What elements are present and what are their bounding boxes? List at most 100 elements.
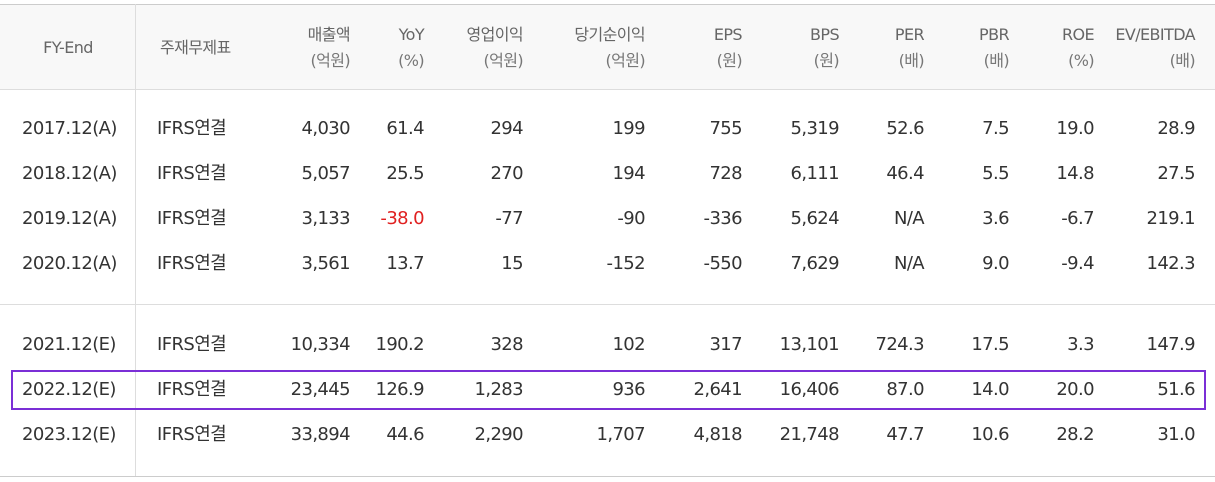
cell-roe: -6.7 (1061, 208, 1094, 229)
cell-operating-profit: 15 (501, 253, 523, 274)
column-header-pbr: PBR (배) (979, 22, 1010, 74)
cell-bps: 13,101 (779, 334, 840, 355)
column-header-operating-profit: 영업이익 (억원) (466, 22, 524, 74)
cell-net-income: 194 (612, 163, 645, 184)
column-header-sales: 매출액 (억원) (307, 22, 351, 74)
cell-bps: 21,748 (779, 424, 840, 445)
header-label: BPS (810, 25, 840, 44)
column-header-per: PER (배) (895, 22, 925, 74)
cell-eps: 4,818 (693, 424, 742, 445)
cell-yoy: -38.0 (380, 208, 424, 229)
cell-net-income: -90 (617, 208, 645, 229)
column-header-eps: EPS (원) (713, 22, 743, 74)
cell-bps: 5,624 (790, 208, 839, 229)
header-unit: (억원) (310, 51, 350, 70)
cell-basis: IFRS연결 (157, 253, 227, 274)
cell-sales: 3,133 (301, 208, 350, 229)
cell-yoy: 13.7 (386, 253, 424, 274)
cell-net-income: 1,707 (596, 424, 645, 445)
cell-per: 52.6 (886, 118, 924, 139)
cell-yoy: 61.4 (386, 118, 424, 139)
divider (0, 89, 1215, 90)
cell-basis: IFRS연결 (157, 163, 227, 184)
cell-bps: 7,629 (790, 253, 839, 274)
cell-eps: -336 (703, 208, 743, 229)
cell-pbr: 5.5 (982, 163, 1009, 184)
cell-roe: 14.8 (1056, 163, 1094, 184)
header-unit: (%) (398, 51, 424, 70)
header-unit: (배) (983, 51, 1010, 70)
cell-basis: IFRS연결 (157, 424, 227, 445)
header-label: ROE (1061, 25, 1095, 44)
cell-net-income: -152 (606, 253, 646, 274)
cell-eps: 728 (709, 163, 742, 184)
cell-roe: 3.3 (1067, 334, 1094, 355)
cell-operating-profit: 328 (490, 334, 523, 355)
cell-eps: -550 (703, 253, 743, 274)
cell-per: 47.7 (886, 424, 924, 445)
cell-fy-end: 2019.12(A) (22, 208, 117, 229)
header-unit: (배) (898, 51, 925, 70)
column-header-bps: BPS (원) (810, 22, 840, 74)
cell-net-income: 199 (612, 118, 645, 139)
cell-fy-end: 2020.12(A) (22, 253, 117, 274)
header-label: EPS (713, 25, 743, 44)
cell-yoy: 25.5 (386, 163, 424, 184)
header-label: 매출액 (307, 25, 351, 44)
cell-pbr: 17.5 (971, 334, 1009, 355)
header-unit: (배) (1169, 51, 1196, 70)
cell-operating-profit: -77 (495, 208, 523, 229)
column-header-net-income: 당기순이익 (억원) (574, 22, 645, 74)
cell-pbr: 7.5 (982, 118, 1009, 139)
cell-basis: IFRS연결 (157, 208, 227, 229)
cell-roe: 28.2 (1056, 424, 1094, 445)
column-header-yoy: YoY (%) (398, 22, 425, 74)
column-header-ev-ebitda: EV/EBITDA (배) (1115, 22, 1195, 74)
cell-ev-ebitda: 142.3 (1146, 253, 1195, 274)
column-header-roe: ROE (%) (1061, 22, 1095, 74)
cell-fy-end: 2018.12(A) (22, 163, 117, 184)
cell-per: 724.3 (875, 334, 924, 355)
header-label: YoY (398, 25, 425, 44)
cell-eps: 755 (709, 118, 742, 139)
header-unit: (원) (813, 51, 840, 70)
highlighted-row-outline (11, 370, 1206, 410)
divider (0, 4, 1215, 5)
header-unit: (억원) (605, 51, 645, 70)
divider (0, 304, 1215, 305)
cell-basis: IFRS연결 (157, 118, 227, 139)
cell-pbr: 3.6 (982, 208, 1009, 229)
cell-basis: IFRS연결 (157, 334, 227, 355)
cell-bps: 5,319 (790, 118, 839, 139)
header-label: EV/EBITDA (1115, 25, 1195, 44)
cell-per: N/A (893, 253, 925, 274)
cell-fy-end: 2023.12(E) (22, 424, 116, 445)
header-unit: (원) (716, 51, 743, 70)
cell-ev-ebitda: 219.1 (1146, 208, 1195, 229)
cell-fy-end: 2021.12(E) (22, 334, 116, 355)
cell-sales: 3,561 (301, 253, 350, 274)
cell-roe: 19.0 (1056, 118, 1094, 139)
column-header-fy-end: FY-End (43, 38, 93, 57)
header-unit: (%) (1068, 51, 1094, 70)
header-label: 영업이익 (466, 25, 524, 44)
cell-operating-profit: 270 (490, 163, 523, 184)
header-label: PBR (979, 25, 1010, 44)
cell-eps: 317 (709, 334, 742, 355)
cell-ev-ebitda: 27.5 (1157, 163, 1195, 184)
cell-sales: 4,030 (301, 118, 350, 139)
cell-per: 46.4 (886, 163, 924, 184)
column-header-basis: 주재무제표 (160, 38, 231, 57)
cell-net-income: 102 (612, 334, 645, 355)
cell-yoy: 44.6 (386, 424, 424, 445)
cell-operating-profit: 294 (490, 118, 523, 139)
cell-per: N/A (893, 208, 925, 229)
cell-ev-ebitda: 147.9 (1146, 334, 1195, 355)
cell-sales: 5,057 (301, 163, 350, 184)
financial-summary-table: FY-End 주재무제표 매출액 (억원) YoY (%) 영업이익 (억원) … (0, 0, 1215, 482)
cell-yoy: 190.2 (375, 334, 424, 355)
cell-bps: 6,111 (790, 163, 839, 184)
header-unit: (억원) (483, 51, 523, 70)
cell-fy-end: 2017.12(A) (22, 118, 117, 139)
cell-ev-ebitda: 31.0 (1157, 424, 1195, 445)
